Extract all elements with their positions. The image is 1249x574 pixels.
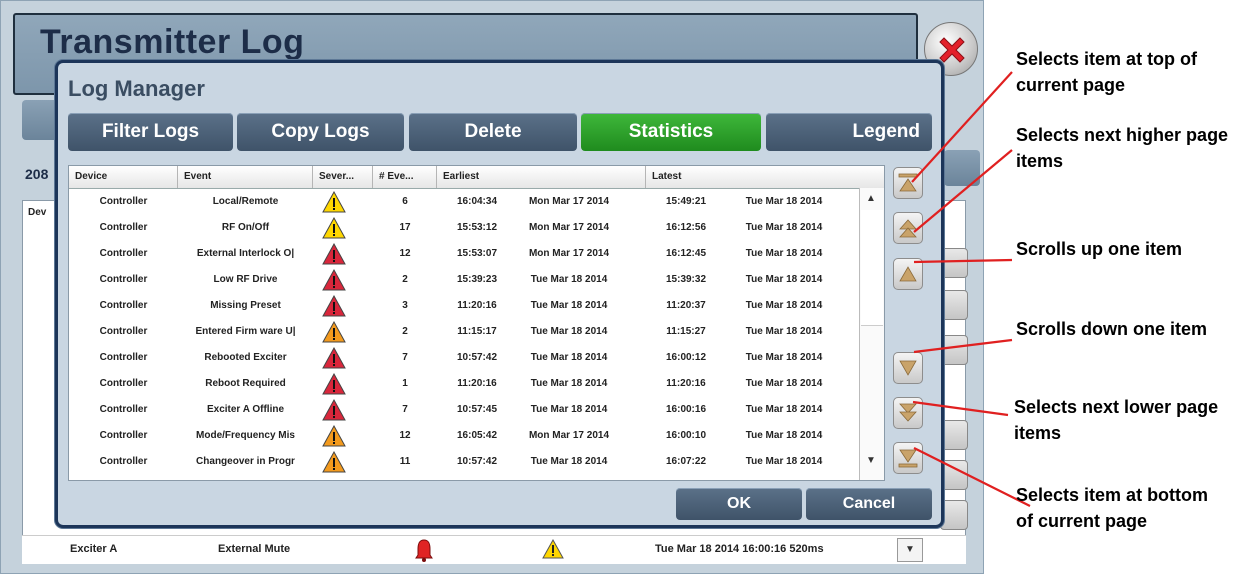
- callout-scroll-down: Scrolls down one item: [1016, 319, 1208, 339]
- callout-scroll-up: Scrolls up one item: [1016, 239, 1183, 259]
- callout-bottom-of-page: Selects item at bottom of current page: [1016, 485, 1209, 531]
- callout-top-of-page: Selects item at top of current page: [1016, 49, 1198, 95]
- callout-line-bottom: [913, 447, 1031, 507]
- callout-line-scroll-up: [913, 258, 1013, 264]
- callout-next-higher: Selects next higher page items: [1016, 125, 1229, 171]
- callout-line-next-lower: [912, 400, 1009, 417]
- callout-next-lower: Selects next lower page items: [1014, 397, 1219, 443]
- callout-line-scroll-down: [913, 338, 1013, 354]
- callout-line-top: [911, 71, 1013, 183]
